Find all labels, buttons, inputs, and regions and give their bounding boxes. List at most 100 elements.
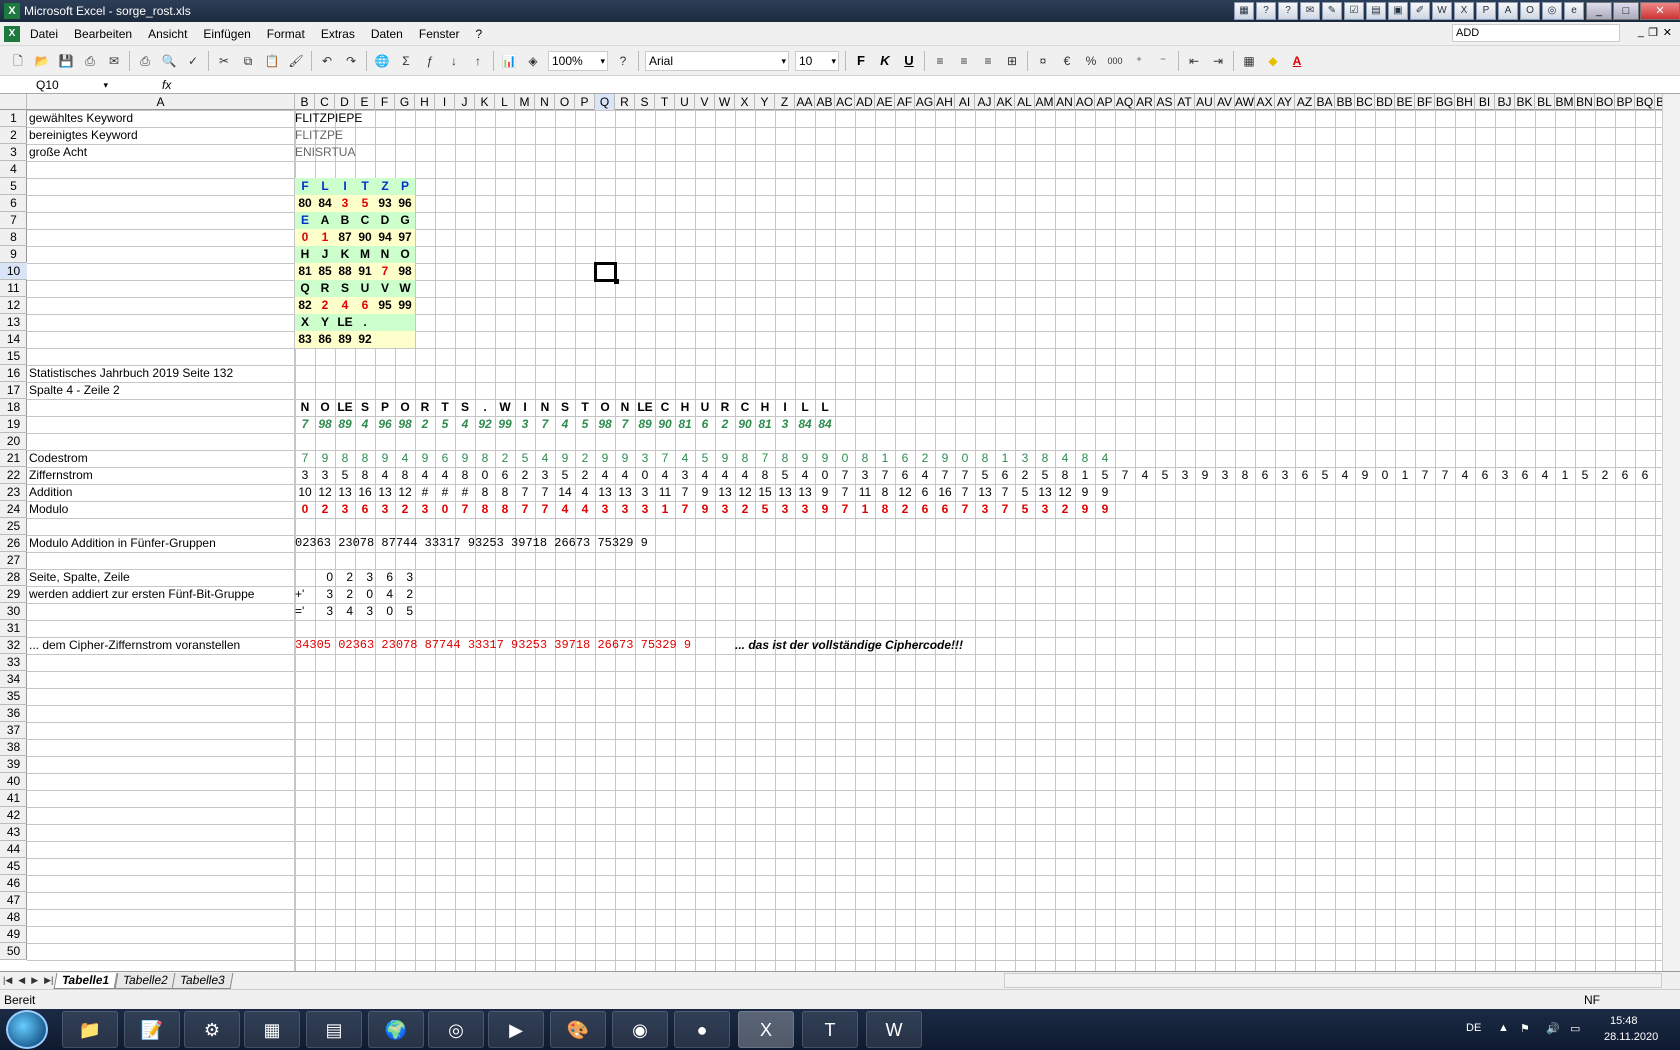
prev-sheet-button[interactable]: ◀ <box>18 975 25 986</box>
row-header-25[interactable]: 25 <box>0 518 27 535</box>
fx-icon[interactable]: fx <box>162 78 171 92</box>
underline-button[interactable]: U <box>899 53 919 68</box>
quicklaunch-icon[interactable]: ▦ <box>1234 2 1254 20</box>
borders-icon[interactable]: ▦ <box>1239 51 1259 71</box>
col-header-u[interactable]: U <box>675 94 695 110</box>
permission-icon[interactable]: ⎙ <box>80 51 100 71</box>
col-header-o[interactable]: O <box>555 94 575 110</box>
col-header-ah[interactable]: AH <box>935 94 955 110</box>
tab-tabelle2[interactable]: Tabelle2 <box>114 972 176 989</box>
col-header-s[interactable]: S <box>635 94 655 110</box>
italic-button[interactable]: K <box>875 53 895 68</box>
notification-icon[interactable]: ▭ <box>1570 1022 1580 1035</box>
col-header-c[interactable]: C <box>315 94 335 110</box>
fill-color-icon[interactable]: ◆ <box>1263 51 1283 71</box>
settings-icon[interactable]: ⚙ <box>184 1011 240 1048</box>
spelling-icon[interactable]: ✓ <box>183 51 203 71</box>
col-header-i[interactable]: I <box>435 94 455 110</box>
col-header-n[interactable]: N <box>535 94 555 110</box>
row-header-17[interactable]: 17 <box>0 382 27 399</box>
card-icon[interactable]: ▤ <box>1366 2 1386 20</box>
zoom-combo[interactable]: 100% <box>548 50 608 71</box>
col-header-p[interactable]: P <box>575 94 595 110</box>
col-header-bf[interactable]: BF <box>1415 94 1435 110</box>
col-header-f[interactable]: F <box>375 94 395 110</box>
col-header-ax[interactable]: AX <box>1255 94 1275 110</box>
worksheet[interactable]: A B C D E F G H I J K L M N O P Q R S T U V W X Y Z AA AB AC AD AE AF AG… <box>0 94 1662 971</box>
col-header-ac[interactable]: AC <box>835 94 855 110</box>
row-header-40[interactable]: 40 <box>0 773 27 790</box>
word-icon[interactable]: W <box>1432 2 1452 20</box>
globe-app-icon[interactable]: 🌍 <box>368 1011 424 1048</box>
start-button[interactable] <box>6 1010 48 1049</box>
col-header-bo[interactable]: BO <box>1595 94 1615 110</box>
col-header-x[interactable]: X <box>735 94 755 110</box>
row-header-43[interactable]: 43 <box>0 824 27 841</box>
tab-tabelle1[interactable]: Tabelle1 <box>53 972 118 989</box>
increase-decimal-icon[interactable]: ⁺ <box>1129 51 1149 71</box>
currency-icon[interactable]: ¤ <box>1033 51 1053 71</box>
access-icon[interactable]: A <box>1498 2 1518 20</box>
col-header-bq[interactable]: BQ <box>1635 94 1655 110</box>
network-icon[interactable]: ⚑ <box>1520 1022 1530 1035</box>
col-header-be[interactable]: BE <box>1395 94 1415 110</box>
green-app-icon[interactable]: ◎ <box>428 1011 484 1048</box>
font-combo[interactable]: Arial <box>645 50 789 71</box>
tab-tabelle3[interactable]: Tabelle3 <box>171 972 234 989</box>
col-header-ad[interactable]: AD <box>855 94 875 110</box>
row-header-27[interactable]: 27 <box>0 552 27 569</box>
doc-close-button[interactable]: ✕ <box>1663 26 1672 39</box>
maximize-button[interactable]: □ <box>1613 2 1639 20</box>
col-header-ar[interactable]: AR <box>1135 94 1155 110</box>
new-icon[interactable]: 🗋 <box>8 51 28 71</box>
decrease-indent-icon[interactable]: ⇤ <box>1184 51 1204 71</box>
redo-icon[interactable]: ↷ <box>341 51 361 71</box>
chip-icon[interactable]: ▤ <box>306 1011 362 1048</box>
col-header-bb[interactable]: BB <box>1335 94 1355 110</box>
row-header-22[interactable]: 22 <box>0 467 27 484</box>
increase-indent-icon[interactable]: ⇥ <box>1208 51 1228 71</box>
print-preview-icon[interactable]: 🔍 <box>159 51 179 71</box>
menu-einfuegen[interactable]: Einfügen <box>203 27 250 41</box>
undo-icon[interactable]: ↶ <box>317 51 337 71</box>
menu-ansicht[interactable]: Ansicht <box>148 27 187 41</box>
col-header-bg[interactable]: BG <box>1435 94 1455 110</box>
row-header-1[interactable]: 1 <box>0 110 27 127</box>
row-header-11[interactable]: 11 <box>0 280 27 297</box>
workbook-icon[interactable]: X <box>4 25 20 42</box>
col-header-t[interactable]: T <box>655 94 675 110</box>
tray-arrow-icon[interactable]: ▲ <box>1498 1022 1509 1034</box>
row-header-2[interactable]: 2 <box>0 127 27 144</box>
help-icon[interactable]: ? <box>1278 2 1298 20</box>
col-header-an[interactable]: AN <box>1055 94 1075 110</box>
document-icon[interactable]: ▣ <box>1388 2 1408 20</box>
col-header-e[interactable]: E <box>355 94 375 110</box>
edge-icon[interactable]: ◉ <box>612 1011 668 1048</box>
col-header-bl[interactable]: BL <box>1535 94 1555 110</box>
row-header-49[interactable]: 49 <box>0 926 27 943</box>
font-size-combo[interactable]: 10 <box>795 50 839 71</box>
row-header-7[interactable]: 7 <box>0 212 27 229</box>
cut-icon[interactable]: ✂ <box>214 51 234 71</box>
col-header-aa[interactable]: AA <box>795 94 815 110</box>
row-header-26[interactable]: 26 <box>0 535 27 552</box>
close-button[interactable]: ✕ <box>1640 2 1680 20</box>
row-header-41[interactable]: 41 <box>0 790 27 807</box>
row-header-45[interactable]: 45 <box>0 858 27 875</box>
menu-datei[interactable]: Datei <box>30 27 58 41</box>
ie-icon[interactable]: e <box>1564 2 1584 20</box>
col-header-ap[interactable]: AP <box>1095 94 1115 110</box>
col-header-ay[interactable]: AY <box>1275 94 1295 110</box>
pen-icon[interactable]: ✐ <box>1410 2 1430 20</box>
col-header-j[interactable]: J <box>455 94 475 110</box>
row-header-47[interactable]: 47 <box>0 892 27 909</box>
row-header-30[interactable]: 30 <box>0 603 27 620</box>
save-icon[interactable]: 💾 <box>56 51 76 71</box>
copy-icon[interactable]: ⧉ <box>238 51 258 71</box>
col-header-ai[interactable]: AI <box>955 94 975 110</box>
col-header-bp[interactable]: BP <box>1615 94 1635 110</box>
col-header-z[interactable]: Z <box>775 94 795 110</box>
chrome-icon[interactable]: ● <box>674 1011 730 1048</box>
checklist-icon[interactable]: ☑ <box>1344 2 1364 20</box>
row-header-23[interactable]: 23 <box>0 484 27 501</box>
